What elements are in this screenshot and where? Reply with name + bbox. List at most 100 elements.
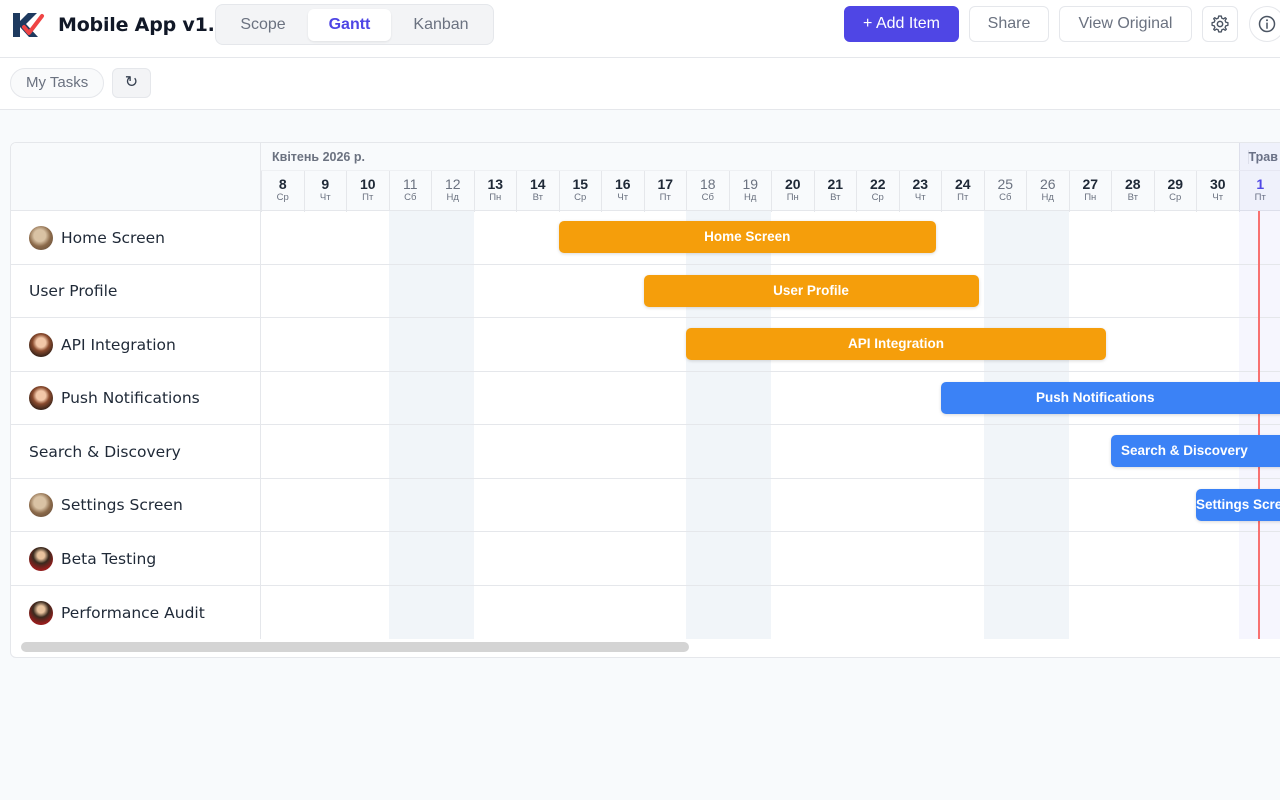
day-header-cell: 30 Чт xyxy=(1196,171,1239,212)
day-header-cell: 26 Нд xyxy=(1026,171,1069,212)
task-name: Search & Discovery xyxy=(29,442,181,461)
day-header-cell: 14 Вт xyxy=(516,171,559,212)
day-of-week: Нд xyxy=(744,192,757,203)
day-header-cell: 16 Чт xyxy=(601,171,644,212)
tab-gantt[interactable]: Gantt xyxy=(308,9,391,41)
day-of-week: Пн xyxy=(1084,192,1097,203)
view-switcher: Scope Gantt Kanban xyxy=(215,4,494,45)
tab-kanban[interactable]: Kanban xyxy=(396,9,486,41)
tab-scope[interactable]: Scope xyxy=(222,9,304,41)
day-of-week: Сб xyxy=(999,192,1012,203)
gantt-bar[interactable]: Settings Screen xyxy=(1196,489,1280,521)
avatar xyxy=(29,546,53,571)
day-header-cell: 15 Ср xyxy=(558,171,602,212)
day-of-week: Вт xyxy=(1127,192,1138,203)
day-number: 15 xyxy=(572,176,589,192)
horizontal-scrollbar[interactable] xyxy=(21,642,689,652)
day-of-week: Вт xyxy=(532,192,543,203)
day-number: 20 xyxy=(784,176,801,192)
gantt-bar[interactable]: Search & Discovery xyxy=(1111,435,1280,467)
day-header-cell: 23 Чт xyxy=(898,171,942,212)
day-of-week: Чт xyxy=(617,192,629,203)
gantt-bar-label: Search & Discovery xyxy=(1121,443,1248,458)
day-of-week: Пн xyxy=(489,192,502,203)
day-of-week: Чт xyxy=(914,192,926,203)
timeline-row xyxy=(261,586,1280,640)
app-logo-icon[interactable] xyxy=(9,7,45,43)
task-row[interactable]: Search & Discovery xyxy=(11,425,261,479)
month-header: Квітень 2026 р. Трав xyxy=(261,143,1280,170)
day-number: 9 xyxy=(321,176,330,192)
task-row[interactable]: Push Notifications xyxy=(11,372,261,425)
task-row[interactable]: User Profile xyxy=(11,265,261,318)
refresh-icon: ↻ xyxy=(124,74,139,91)
avatar xyxy=(29,386,53,410)
task-row[interactable]: Settings Screen xyxy=(11,479,261,532)
day-number: 17 xyxy=(657,176,674,192)
day-header-cell: 11 Сб xyxy=(388,171,432,212)
info-button[interactable] xyxy=(1249,6,1280,42)
app-title: Mobile App v1.0 xyxy=(58,14,228,36)
task-name: Beta Testing xyxy=(61,549,157,568)
gantt-panel: Home Screen User Profile API Integration Pu… xyxy=(10,142,1280,658)
day-of-week: Чт xyxy=(319,192,331,203)
gear-icon xyxy=(1211,15,1229,33)
day-of-week: Сб xyxy=(404,192,417,203)
day-number: 30 xyxy=(1209,176,1226,192)
task-list: Home Screen User Profile API Integration Pu… xyxy=(11,143,261,639)
day-number: 10 xyxy=(359,176,376,192)
task-row[interactable]: Home Screen xyxy=(11,211,261,265)
day-number: 24 xyxy=(954,176,971,192)
day-header-cell: 27 Пн xyxy=(1068,171,1112,212)
avatar xyxy=(29,332,53,357)
avatar xyxy=(29,493,53,517)
task-row[interactable]: Performance Audit xyxy=(11,586,261,640)
view-original-button[interactable]: View Original xyxy=(1059,6,1192,42)
info-icon xyxy=(1258,15,1276,33)
task-name: Settings Screen xyxy=(61,496,183,514)
day-header-cell: 12 Нд xyxy=(431,171,474,212)
gantt-bar-label: API Integration xyxy=(847,336,944,351)
task-name: User Profile xyxy=(29,282,118,300)
today-marker-line xyxy=(1257,211,1260,639)
gantt-bar-label: Home Screen xyxy=(704,229,791,244)
top-bar: Mobile App v1.0 Scope Gantt Kanban + Add… xyxy=(0,0,1280,58)
day-of-week: Чт xyxy=(1212,192,1224,203)
day-header-cell: 17 Пт xyxy=(643,171,687,212)
share-button[interactable]: Share xyxy=(969,6,1049,42)
day-header-cell: 18 Сб xyxy=(686,171,729,212)
refresh-button[interactable]: ↻ xyxy=(112,68,151,98)
day-header-cell: 24 Пт xyxy=(941,171,984,212)
task-row[interactable]: Beta Testing xyxy=(11,532,261,586)
gantt-bar[interactable]: Home Screen xyxy=(558,221,936,253)
day-number: 21 xyxy=(827,176,844,192)
task-name: Home Screen xyxy=(61,228,165,247)
day-header-cell: 9 Чт xyxy=(303,171,347,212)
gantt-timeline: Квітень 2026 р. Трав 8 Ср 9 Чт 10 Пт 11 Сб 12 Нд 13… xyxy=(261,143,1280,639)
day-header-cell: 19 Нд xyxy=(728,171,772,212)
settings-button[interactable] xyxy=(1202,6,1238,42)
day-number: 13 xyxy=(487,176,504,192)
day-header-cell: 8 Ср xyxy=(261,171,304,212)
day-of-week: Ср xyxy=(1169,192,1182,203)
day-of-week: Нд xyxy=(446,192,459,203)
day-of-week: Ср xyxy=(276,192,289,203)
gantt-bar[interactable]: Push Notifications xyxy=(941,382,1280,414)
day-number: 25 xyxy=(997,176,1014,192)
day-header-cell: 20 Пн xyxy=(771,171,814,212)
gantt-bar-label: User Profile xyxy=(773,283,849,298)
timeline-row xyxy=(261,479,1280,532)
month-label-current: Квітень 2026 р. xyxy=(272,150,365,164)
timeline-row xyxy=(261,532,1280,586)
my-tasks-filter[interactable]: My Tasks xyxy=(10,68,105,98)
day-of-week: Ср xyxy=(574,192,587,203)
avatar xyxy=(29,601,53,625)
day-header-cell: 13 Пн xyxy=(473,171,517,212)
day-of-week: Пт xyxy=(659,192,671,203)
day-of-week: Пт xyxy=(362,192,374,203)
task-row[interactable]: API Integration xyxy=(11,318,261,372)
gantt-bar[interactable]: User Profile xyxy=(643,275,979,307)
add-item-button[interactable]: + Add Item xyxy=(844,6,959,42)
gantt-bar[interactable]: API Integration xyxy=(686,328,1106,360)
gantt-bar-label: Push Notifications xyxy=(1036,390,1155,405)
